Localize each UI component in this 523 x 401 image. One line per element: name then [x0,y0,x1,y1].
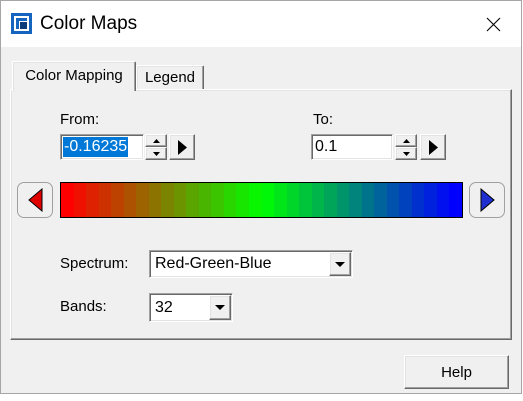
bands-dropdown[interactable]: 32 [149,293,233,322]
chevron-down-icon [335,261,345,267]
triangle-right-icon [428,139,439,156]
color-band [361,183,375,217]
from-arrow-button[interactable] [169,134,195,160]
title-bar[interactable]: Color Maps [0,0,522,47]
color-band [211,183,224,217]
color-band [148,183,162,217]
color-band [136,183,149,217]
spectrum-dropdown-button[interactable] [329,252,351,276]
triangle-up-icon [152,138,160,143]
spectrum-value: Red-Green-Blue [155,255,272,272]
color-band [123,183,137,217]
close-button[interactable] [466,1,520,47]
color-band [161,183,174,217]
triangle-down-icon [152,151,160,156]
color-band [111,183,124,217]
color-band [274,183,287,217]
tab-legend[interactable]: Legend [136,65,204,89]
color-band [386,183,400,217]
window-title: Color Maps [40,13,138,34]
color-band [173,183,187,217]
color-band [186,183,199,217]
color-gradient-bar [60,182,463,218]
to-decrement-button[interactable] [395,147,417,160]
triangle-down-icon [402,151,410,156]
triangle-right-icon [480,188,495,212]
to-spin-control [395,134,417,160]
color-band [286,183,300,217]
color-band [86,183,99,217]
from-value: -0.16235 [63,137,129,157]
triangle-right-icon [177,139,188,156]
color-band [324,183,337,217]
spectrum-dropdown[interactable]: Red-Green-Blue [149,250,353,278]
triangle-up-icon [402,138,410,143]
bands-dropdown-button[interactable] [209,295,231,320]
triangle-left-icon [27,188,43,212]
color-band [411,183,425,217]
color-band [399,183,412,217]
to-input[interactable]: 0.1 [311,134,393,160]
color-band [73,183,87,217]
help-button-label: Help [441,363,472,381]
to-label: To: [313,111,334,128]
from-spin-control [145,134,167,160]
help-button[interactable]: Help [404,355,509,389]
color-mapping-panel: From: -0.16235 To: 0.1 Spectrum: Red-Gre… [10,89,512,340]
color-band [98,183,112,217]
color-band [61,183,74,217]
bands-label: Bands: [60,298,107,315]
from-input[interactable]: -0.16235 [60,134,144,160]
color-band [236,183,249,217]
color-band [198,183,212,217]
bands-value: 32 [155,299,173,316]
color-band [436,183,450,217]
color-band [223,183,237,217]
to-arrow-button[interactable] [420,134,446,160]
close-icon [486,17,501,32]
tab-label-color-mapping: Color Mapping [25,67,123,84]
shift-colors-right-button[interactable] [469,182,505,218]
color-band [248,183,262,217]
to-value: 0.1 [315,138,338,155]
tab-color-mapping[interactable]: Color Mapping [12,61,136,91]
color-maps-app-icon [11,13,32,34]
color-band [424,183,437,217]
shift-colors-left-button[interactable] [17,182,53,218]
color-band [449,183,462,217]
tab-label-legend: Legend [144,69,196,86]
spectrum-label: Spectrum: [60,255,129,272]
from-increment-button[interactable] [145,134,167,147]
from-label: From: [60,111,100,128]
color-band [349,183,362,217]
color-band [374,183,387,217]
from-decrement-button[interactable] [145,147,167,160]
color-band [336,183,350,217]
chevron-down-icon [215,305,225,310]
color-maps-dialog: Color Maps Color Mapping Legend From: -0… [0,0,522,394]
color-band [299,183,312,217]
color-band [311,183,325,217]
to-increment-button[interactable] [395,134,417,147]
color-band [261,183,275,217]
